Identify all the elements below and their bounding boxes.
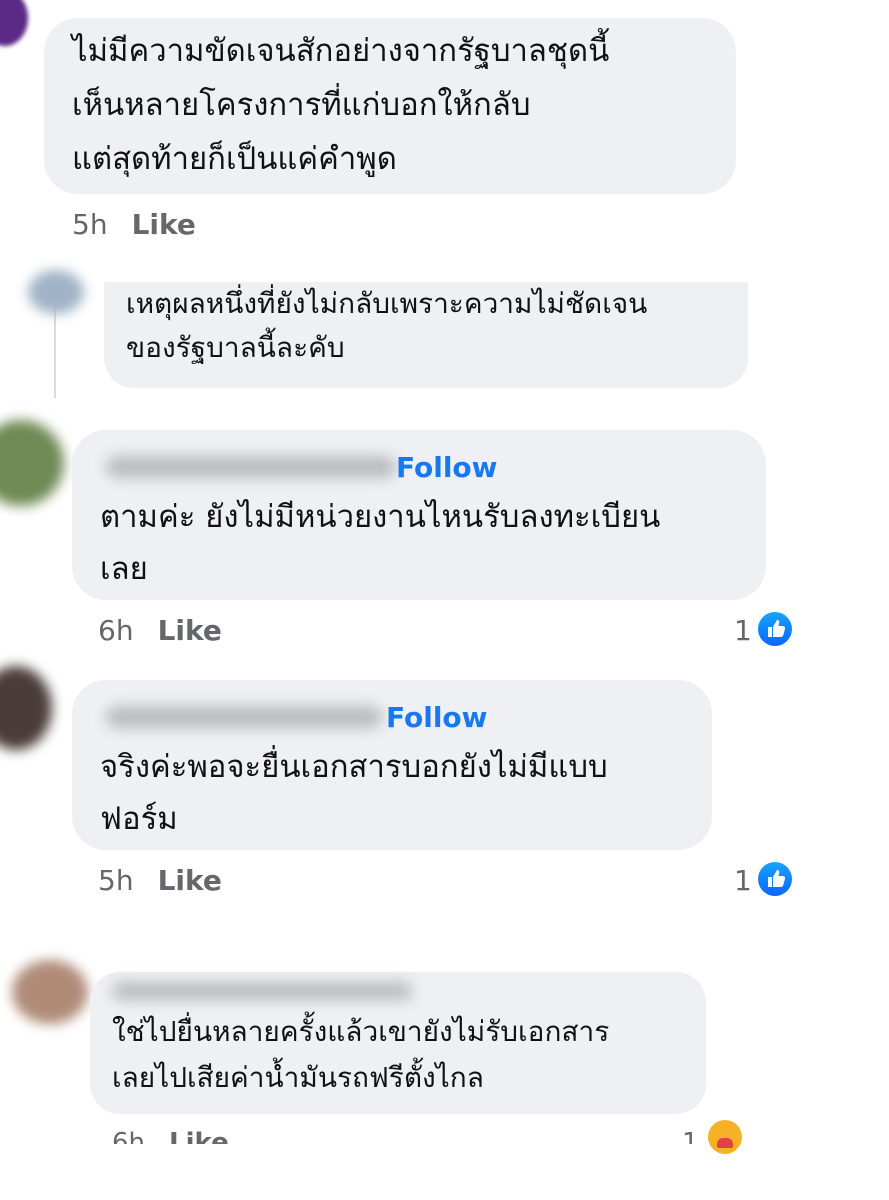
reaction-count[interactable]: 1: [682, 1126, 699, 1144]
avatar[interactable]: [0, 420, 64, 506]
comment-text: เหตุผลหนึ่งที่ยังไม่กลับเพราะความไม่ชัดเ…: [126, 287, 648, 320]
comment-text: ใช่ไปยื่นหลายครั้งแล้วเขายังไม่รับเอกสาร: [112, 1015, 610, 1048]
avatar[interactable]: [0, 666, 52, 750]
comment-time: 6h: [112, 1128, 146, 1144]
comment-text: เห็นหลายโครงการที่แก่บอกให้กลับ: [72, 87, 531, 123]
comment-bubble: Follow จริงค่ะพอจะยื่นเอกสารบอกยังไม่มีแ…: [72, 680, 712, 850]
avatar[interactable]: [28, 270, 84, 314]
comment-text: จริงค่ะพอจะยื่นเอกสารบอกยังไม่มีแบบ: [100, 749, 608, 785]
like-icon: [758, 862, 792, 896]
author-name-blurred[interactable]: [112, 982, 412, 1000]
like-button[interactable]: Like: [158, 864, 222, 897]
comment-meta-clip: 6h Like 1: [100, 1124, 800, 1144]
like-button[interactable]: Like: [132, 208, 196, 241]
reaction-count[interactable]: 1: [734, 614, 752, 648]
comment-text: เลยไปเสียค่าน้ำมันรถฟรีตั้งไกล: [112, 1061, 484, 1094]
comment-time: 6h: [98, 614, 134, 647]
author-name-blurred[interactable]: [106, 456, 396, 478]
comment-text: ฟอร์ม: [100, 801, 178, 837]
avatar[interactable]: [12, 960, 88, 1024]
comment-text: ไม่มีความขัดเจนสักอย่างจากรัฐบาลชุดนี้: [72, 33, 610, 69]
comment-bubble: Follow ตามค่ะ ยังไม่มีหน่วยงานไหนรับลงทะ…: [72, 430, 766, 600]
thumbs-up-icon: [768, 870, 786, 887]
comment-clip: เหตุผลหนึ่งที่ยังไม่กลับเพราะความไม่ชัดเ…: [100, 282, 760, 398]
comment-meta: 6h Like: [98, 614, 222, 648]
like-icon: [758, 612, 792, 646]
care-icon: [708, 1120, 742, 1154]
comment-bubble: ใช่ไปยื่นหลายครั้งแล้วเขายังไม่รับเอกสาร…: [90, 972, 706, 1114]
thumbs-up-icon: [768, 620, 786, 637]
comment-time: 5h: [98, 864, 134, 897]
comment-meta: 5h Like: [98, 864, 222, 898]
avatar[interactable]: [0, 0, 28, 46]
comment-meta: 6h Like: [112, 1126, 229, 1144]
comment-text: เลย: [100, 551, 148, 587]
comment-bubble: เหตุผลหนึ่งที่ยังไม่กลับเพราะความไม่ชัดเ…: [104, 282, 748, 388]
follow-button[interactable]: Follow: [386, 700, 488, 736]
follow-button[interactable]: Follow: [396, 450, 498, 486]
like-button[interactable]: Like: [158, 614, 222, 647]
comment-time: 5h: [72, 208, 108, 241]
comment-text: ของรัฐบาลนี้ละคับ: [126, 331, 345, 364]
comment-meta: 5h Like: [72, 208, 196, 242]
comment-text: แต่สุดท้ายก็เป็นแค่คำพูด: [72, 141, 397, 177]
comment-bubble: ไม่มีความขัดเจนสักอย่างจากรัฐบาลชุดนี้ เ…: [44, 18, 736, 194]
author-name-blurred[interactable]: [106, 706, 382, 728]
like-button[interactable]: Like: [169, 1128, 229, 1144]
reaction-count[interactable]: 1: [734, 864, 752, 898]
comment-text: ตามค่ะ ยังไม่มีหน่วยงานไหนรับลงทะเบียน: [100, 499, 661, 535]
